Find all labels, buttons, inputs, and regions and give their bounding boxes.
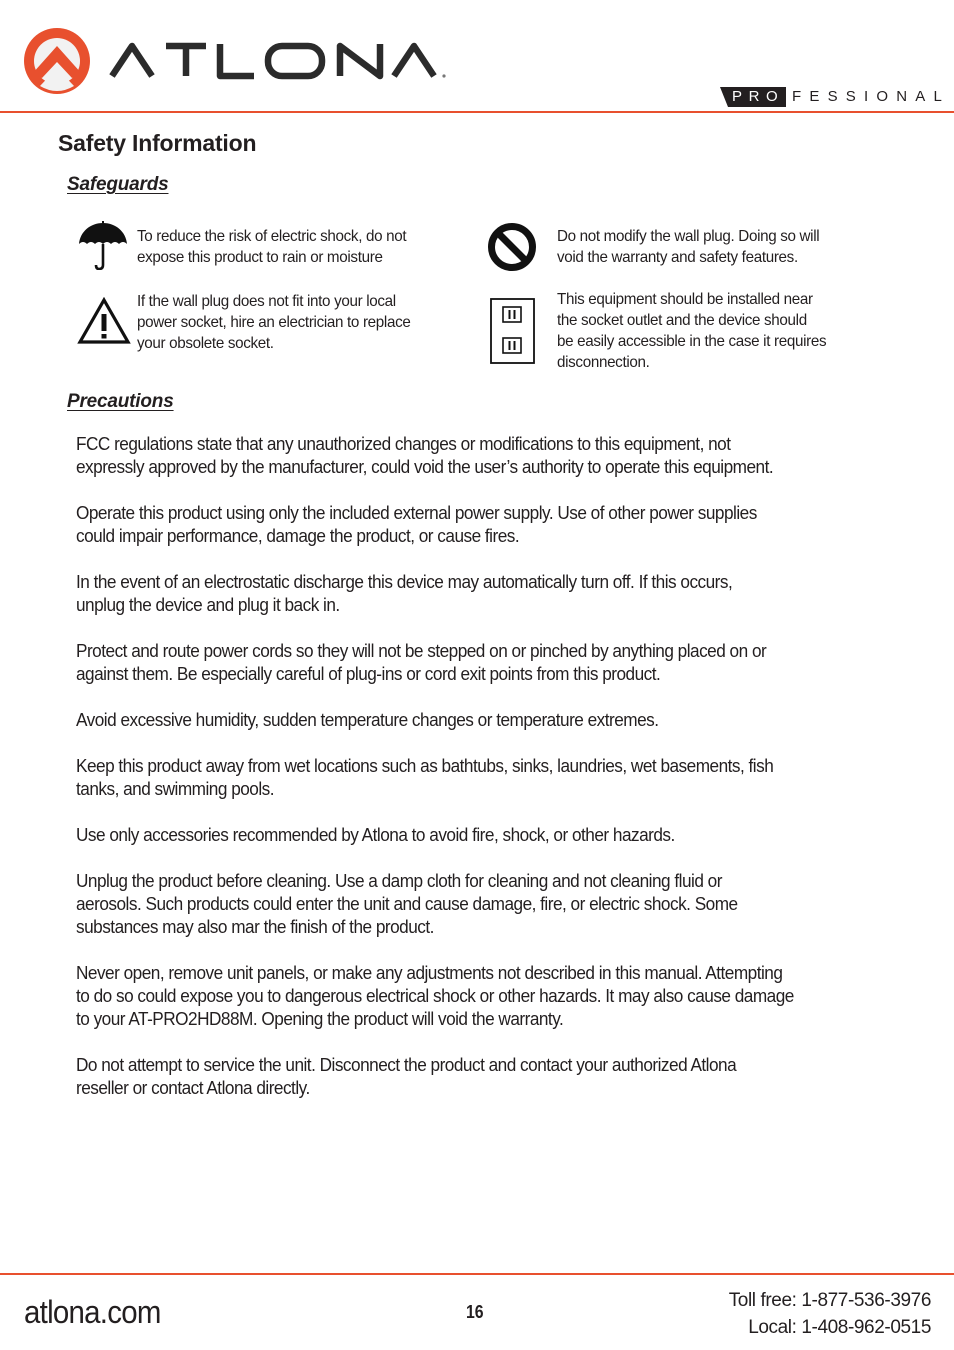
safeguard-text-line: expose this product to rain or moisture [137,249,383,266]
warning-triangle-icon [77,297,131,344]
atlona-wordmark [109,42,446,80]
precaution-line: could impair performance, damage the pro… [76,525,520,546]
precaution-line: aerosols. Such products could enter the … [76,893,738,914]
precaution-line: Keep this product away from wet location… [76,755,774,776]
precaution-line: to your AT-PRO2HD88M. Opening the produc… [76,1008,564,1029]
precaution-paragraph: Protect and route power cords so they wi… [76,639,857,685]
precaution-line: reseller or contact Atlona directly. [76,1077,310,1098]
safeguard-text-line: disconnection. [557,354,650,371]
page-number: 16 [466,1302,484,1322]
precaution-line: Avoid excessive humidity, sudden tempera… [76,709,659,730]
precaution-paragraph: Never open, remove unit panels, or make … [76,961,857,1030]
precaution-line: to do so could expose you to dangerous e… [76,985,794,1006]
precaution-line: tanks, and swimming pools. [76,778,275,799]
safeguard-text-line: power socket, hire an electrician to rep… [137,314,411,331]
local-number: Local: 1-408-962-0515 [748,1317,931,1338]
tagline-pro: PRO [732,88,785,105]
header-divider [0,111,954,113]
precaution-paragraph: Avoid excessive humidity, sudden tempera… [76,708,857,731]
safeguard-text-line: If the wall plug does not fit into your … [137,293,396,310]
safeguard-text-line: This equipment should be installed near [557,291,813,308]
precaution-line: unplug the device and plug it back in. [76,594,340,615]
precaution-line: Unplug the product before cleaning. Use … [76,870,722,891]
no-symbol-icon [488,223,536,271]
page-title: Safety Information [58,130,257,156]
precaution-line: Operate this product using only the incl… [76,502,757,523]
precaution-line: Protect and route power cords so they wi… [76,640,767,661]
umbrella-icon [79,221,127,270]
footer-divider [0,1273,954,1275]
safeguard-text-line: the socket outlet and the device should [557,312,807,329]
atlona-logo [22,26,446,98]
wall-outlet-icon [490,298,535,364]
precaution-paragraph: In the event of an electrostatic dischar… [76,570,857,616]
precaution-paragraph: Use only accessories recommended by Atlo… [76,823,857,846]
precaution-line: In the event of an electrostatic dischar… [76,571,733,592]
safeguard-text-line: Do not modify the wall plug. Doing so wi… [557,228,820,245]
precaution-paragraph: Unplug the product before cleaning. Use … [76,869,857,938]
atlona-logo-mark-icon [24,28,90,94]
footer-website: atlona.com [24,1294,161,1330]
toll-free-number: Toll free: 1-877-536-3976 [728,1290,932,1311]
footer-contact: Toll free: 1-877-536-3976 Local: 1-408-9… [728,1287,932,1341]
safeguard-text-line: be easily accessible in the case it requ… [557,333,827,350]
precautions-list: FCC regulations state that any unauthori… [76,432,916,1122]
precautions-heading: Precautions [67,391,174,412]
precaution-paragraph: Operate this product using only the incl… [76,501,857,547]
precaution-paragraph: Keep this product away from wet location… [76,754,857,800]
safeguards-heading: Safeguards [67,174,169,195]
safeguard-text-line: your obsolete socket. [137,335,274,352]
precaution-paragraph: FCC regulations state that any unauthori… [76,432,857,478]
tagline-rest: FESSIONAL [792,88,950,105]
safeguard-text-line: void the warranty and safety features. [557,249,798,266]
precaution-line: against them. Be especially careful of p… [76,663,661,684]
precaution-line: FCC regulations state that any unauthori… [76,433,731,454]
precaution-line: expressly approved by the manufacturer, … [76,456,774,477]
safeguard-text-line: To reduce the risk of electric shock, do… [137,228,407,245]
precaution-line: substances may also mar the finish of th… [76,916,434,937]
precaution-line: Use only accessories recommended by Atlo… [76,824,675,845]
precaution-paragraph: Do not attempt to service the unit. Disc… [76,1053,857,1099]
precaution-line: Do not attempt to service the unit. Disc… [76,1054,737,1075]
precaution-line: Never open, remove unit panels, or make … [76,962,783,983]
